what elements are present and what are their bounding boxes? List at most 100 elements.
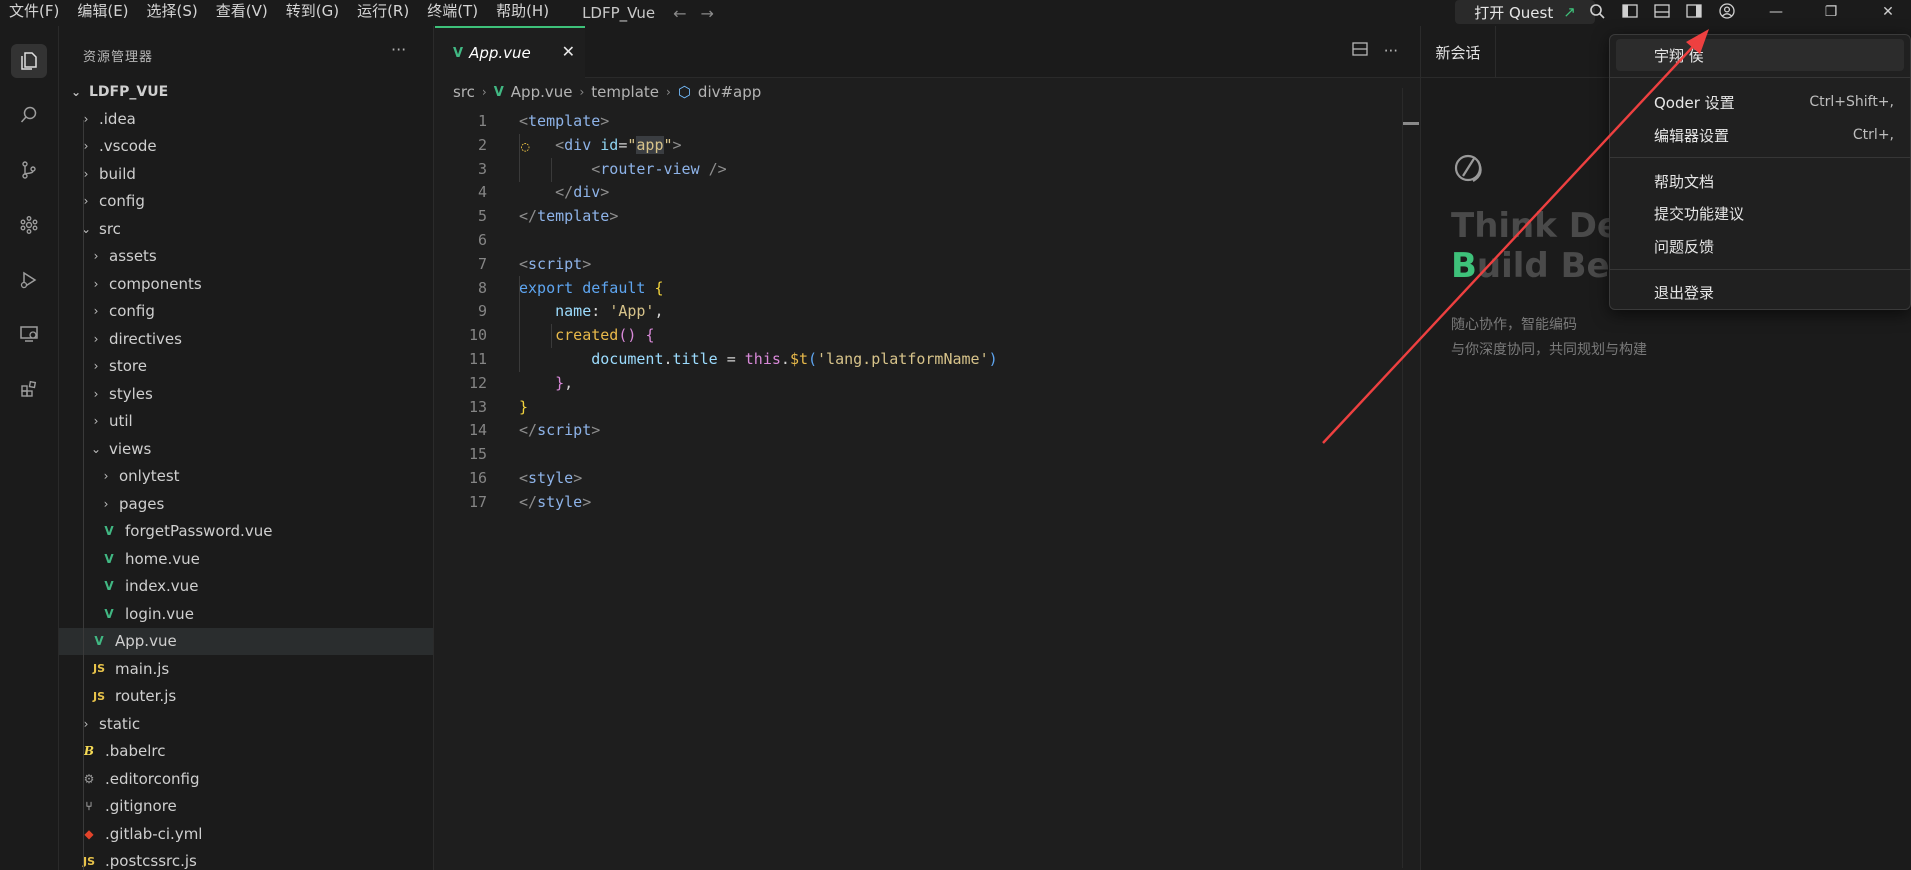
tab-app-vue[interactable]: V App.vue ✕ [435,26,585,78]
file-item[interactable]: JS .postcssrc.js [59,848,433,870]
menu-item-editor-settings[interactable]: 编辑器设置 Ctrl+, [1616,119,1904,151]
menu-item-logout[interactable]: 退出登录 [1616,276,1904,308]
folder-item[interactable]: › styles [59,380,433,407]
code-text: <style> [519,467,582,491]
code-editor[interactable]: 1 <template> 2 ◌ <div id="app"> 3 <router-vi… [435,110,1420,515]
chevron-right-icon: › [579,85,585,99]
toggle-secondary-sidebar-icon[interactable] [1684,2,1704,20]
file-item[interactable]: B .babelrc [59,738,433,765]
extensions-icon[interactable] [11,372,47,406]
code-token: . [780,349,790,368]
tree-item-label: views [109,439,152,458]
toggle-primary-sidebar-icon[interactable] [1620,2,1640,20]
indent-guide [551,158,552,182]
qoder-logo-icon [1451,148,1491,188]
folder-item[interactable]: › pages [59,490,433,517]
file-item[interactable]: JS router.js [59,683,433,710]
search-icon[interactable] [1587,2,1607,20]
indent-guide [551,324,552,348]
run-debug-icon[interactable] [11,263,47,297]
folder-item[interactable]: › directives [59,325,433,352]
folder-item[interactable]: › .idea [59,105,433,132]
file-item[interactable]: VforgetPassword.vue [59,518,433,545]
folder-item[interactable]: › util [59,408,433,435]
menu-help[interactable]: 帮助(H) [487,0,558,26]
code-token: name [555,302,592,321]
tree-item-label: .gitlab-ci.yml [105,824,203,843]
folder-item[interactable]: › .vscode [59,133,433,160]
breadcrumb-item[interactable]: App.vue [511,83,573,101]
code-text: name: 'App', [519,300,663,324]
tab-new-session[interactable]: 新会话 [1421,26,1496,78]
file-item[interactable]: V App.vue [59,627,433,655]
line-number: 12 [468,373,487,392]
tree-item-label: main.js [115,659,170,678]
folder-item[interactable]: ⌄ views [59,435,433,462]
file-item[interactable]: ⚙ .editorconfig [59,765,433,792]
folder-item[interactable]: › config [59,188,433,215]
breadcrumb: src › V App.vue › template › ⬡ div#app [453,83,761,101]
close-icon[interactable]: ✕ [562,42,575,61]
code-line: 13} [435,396,1420,420]
file-item[interactable]: Vhome.vue [59,545,433,572]
breadcrumb-item[interactable]: template [591,83,659,101]
gitlab-file-icon: ◆ [84,826,94,841]
folder-item[interactable]: › build [59,160,433,187]
toggle-panel-icon[interactable] [1652,2,1672,20]
file-item[interactable]: Vindex.vue [59,573,433,600]
file-item[interactable]: ⑂ .gitignore [59,793,433,820]
explorer-icon[interactable] [11,44,47,78]
menu-terminal[interactable]: 终端(T) [418,0,487,26]
restore-icon[interactable]: ❐ [1808,0,1854,24]
folder-item[interactable]: › components [59,270,433,297]
menu-run[interactable]: 运行(R) [348,0,418,26]
menu-file[interactable]: 文件(F) [0,0,68,26]
menu-item-feedback[interactable]: 问题反馈 [1616,230,1904,262]
code-line: 8 export default { [435,277,1420,301]
code-text: </template> [519,205,618,229]
search-icon[interactable] [11,98,47,132]
menu-selection[interactable]: 选择(S) [138,0,207,26]
code-token: id [600,135,619,154]
open-quest-button[interactable]: 打开 Quest ↗ [1455,0,1595,24]
menu-view[interactable]: 查看(V) [207,0,277,26]
indent-guide [83,120,84,870]
js-file-icon: JS [92,662,105,675]
ai-agent-icon[interactable] [11,208,47,242]
file-item[interactable]: JS main.js [59,655,433,682]
close-window-icon[interactable]: ✕ [1865,0,1911,24]
more-actions-icon[interactable]: ··· [1384,42,1398,60]
folder-item[interactable]: › assets [59,243,433,270]
remote-explorer-icon[interactable] [11,317,47,351]
folder-item[interactable]: › config [59,298,433,325]
minimap-slider[interactable] [1403,122,1419,125]
minimize-icon[interactable]: — [1753,0,1799,24]
breadcrumb-item[interactable]: src [453,83,475,101]
folder-item[interactable]: ⌄ src [59,215,433,242]
breadcrumb-item[interactable]: div#app [698,83,761,101]
folder-item[interactable]: › store [59,353,433,380]
file-item[interactable]: ◆ .gitlab-ci.yml [59,820,433,847]
source-control-icon[interactable] [11,153,47,187]
more-actions-icon[interactable]: ··· [391,40,406,59]
workspace-root[interactable]: ⌄ LDFP_VUE [59,78,433,105]
forward-arrow-icon[interactable]: → [701,4,714,23]
code-token: " [663,135,673,154]
menu-edit[interactable]: 编辑(E) [68,0,137,26]
menu-item-username[interactable]: 宇翔 侯 [1616,39,1904,71]
account-icon[interactable] [1717,2,1737,20]
folder-item[interactable]: › onlytest [59,463,433,490]
code-line: 16 <style> [435,467,1420,491]
split-editor-icon[interactable] [1352,42,1368,60]
account-menu: 宇翔 侯 Qoder 设置 Ctrl+Shift+, 编辑器设置 Ctrl+, 帮助… [1609,34,1911,310]
tree-item-label: onlytest [119,467,180,485]
menu-item-qoder-settings[interactable]: Qoder 设置 Ctrl+Shift+, [1616,86,1904,118]
code-text: <div id="app"> [519,134,682,158]
menu-item-help-docs[interactable]: 帮助文档 [1616,165,1904,197]
back-arrow-icon[interactable]: ← [673,4,686,23]
file-item[interactable]: Vlogin.vue [59,600,433,627]
folder-item[interactable]: › static [59,710,433,737]
menu-item-feature-request[interactable]: 提交功能建议 [1616,197,1904,229]
chevron-down-icon: ⌄ [90,441,102,456]
menu-go[interactable]: 转到(G) [277,0,348,26]
